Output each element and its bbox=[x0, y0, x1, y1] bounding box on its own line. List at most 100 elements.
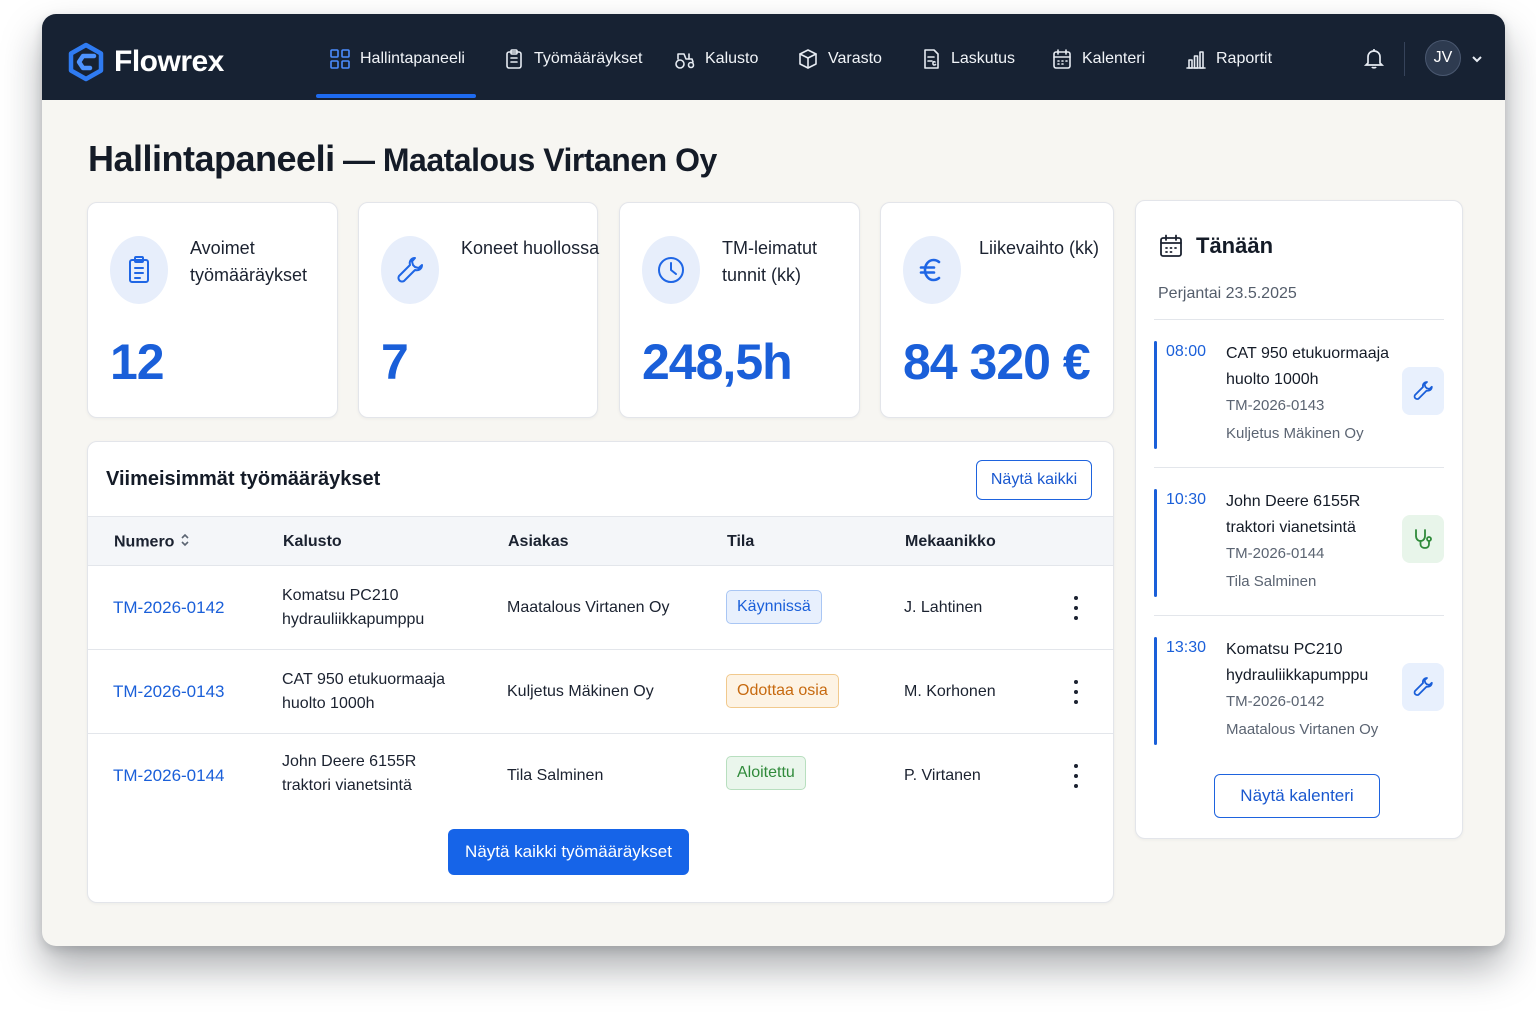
equipment-detail: traktori vianetsintä bbox=[282, 777, 412, 794]
kebab-dot bbox=[1074, 764, 1078, 768]
active-nav-indicator bbox=[316, 94, 476, 98]
table-row[interactable]: TM-2026-0143 CAT 950 etukuormaaja huolto… bbox=[88, 650, 1113, 734]
calendar-icon bbox=[1053, 49, 1071, 69]
event-time: 08:00 bbox=[1166, 343, 1207, 360]
clipboard-icon bbox=[506, 49, 522, 69]
divider bbox=[1154, 467, 1444, 468]
euro-icon bbox=[919, 258, 941, 282]
work-order-number-link[interactable]: TM-2026-0142 bbox=[113, 596, 225, 620]
today-date: Perjantai 23.5.2025 bbox=[1158, 285, 1297, 302]
event-icon-badge bbox=[1402, 663, 1444, 711]
nav-item-label: Laskutus bbox=[951, 50, 1016, 67]
chevron-down-icon bbox=[1472, 56, 1482, 63]
kpi-value: 84 320 € bbox=[903, 334, 1091, 390]
kpi-value: 248,5h bbox=[642, 334, 793, 390]
event-title: CAT 950 etukuormaaja huolto 1000h bbox=[1226, 345, 1390, 388]
event-work-order-code: TM-2026-0142 bbox=[1226, 693, 1325, 710]
nav-item-label: Kalusto bbox=[705, 50, 759, 67]
event-time: 13:30 bbox=[1166, 639, 1207, 656]
table-row[interactable]: TM-2026-0144 John Deere 6155R traktori v… bbox=[88, 734, 1113, 818]
kebab-dot bbox=[1074, 774, 1078, 778]
event-icon-badge bbox=[1402, 367, 1444, 415]
flowrex-logo-icon bbox=[68, 42, 104, 82]
user-avatar[interactable]: JV bbox=[1425, 40, 1461, 76]
column-header-numero[interactable]: Numero bbox=[114, 533, 190, 552]
schedule-event[interactable]: 08:00 CAT 950 etukuormaaja huolto 1000h … bbox=[1154, 341, 1446, 451]
today-panel: Tänään Perjantai 23.5.2025 08:00 CAT 950… bbox=[1135, 200, 1463, 839]
event-work-order-code: TM-2026-0143 bbox=[1226, 397, 1325, 414]
kebab-dot bbox=[1074, 596, 1078, 600]
app-name: Flowrex bbox=[114, 45, 224, 78]
row-actions-menu[interactable] bbox=[1066, 594, 1086, 622]
equipment-cell: John Deere 6155R traktori vianetsintä bbox=[282, 750, 416, 798]
mechanic-cell: J. Lahtinen bbox=[904, 599, 983, 616]
show-calendar-button[interactable]: Näytä kalenteri bbox=[1214, 774, 1380, 818]
equipment-name: Komatsu PC210 bbox=[282, 587, 399, 604]
kpi-card-open-orders[interactable]: Avoimet työmääräykset 12 bbox=[87, 202, 338, 418]
row-actions-menu[interactable] bbox=[1066, 678, 1086, 706]
kebab-dot bbox=[1074, 784, 1078, 788]
bar-chart-icon bbox=[1186, 51, 1206, 69]
top-navigation: Flowrex Hallintapaneeli Työmääräykset Ka… bbox=[42, 14, 1505, 100]
wrench-icon bbox=[1413, 381, 1433, 400]
kpi-label: Koneet huollossa bbox=[461, 238, 600, 258]
kpi-card-machines-in-service[interactable]: Koneet huollossa 7 bbox=[358, 202, 600, 418]
nav-item-kalusto[interactable]: Kalusto bbox=[674, 44, 758, 74]
work-order-number-link[interactable]: TM-2026-0143 bbox=[113, 680, 225, 704]
kpi-card-logged-hours[interactable]: TM-leimatut tunnit (kk) 248,5h bbox=[619, 202, 860, 418]
kebab-dot bbox=[1074, 700, 1078, 704]
event-timeline-bar bbox=[1154, 489, 1157, 597]
column-header-asiakas: Asiakas bbox=[508, 533, 569, 550]
box-icon bbox=[799, 49, 817, 69]
nav-item-kalenteri[interactable]: Kalenteri bbox=[1051, 44, 1145, 74]
table-row[interactable]: TM-2026-0142 Komatsu PC210 hydrauliikkap… bbox=[88, 566, 1113, 650]
row-actions-menu[interactable] bbox=[1066, 762, 1086, 790]
kpi-card-revenue[interactable]: Liikevaihto (kk) 84 320 € bbox=[880, 202, 1114, 418]
column-header-mekaanikko: Mekaanikko bbox=[905, 533, 996, 550]
event-work-order-code: TM-2026-0144 bbox=[1226, 545, 1325, 562]
equipment-detail: huolto 1000h bbox=[282, 695, 375, 712]
nav-item-hallintapaneeli[interactable]: Hallintapaneeli bbox=[329, 44, 465, 74]
kpi-value: 7 bbox=[381, 334, 409, 390]
kpi-label: Avoimet työmääräykset bbox=[190, 238, 308, 285]
show-all-work-orders-button[interactable]: Näytä kaikki työmääräykset bbox=[448, 829, 689, 875]
table-header: Numero Kalusto Asiakas Tila Mekaanikko bbox=[88, 516, 1113, 566]
equipment-cell: Komatsu PC210 hydrauliikkapumppu bbox=[282, 584, 424, 632]
event-title: John Deere 6155R traktori vianetsintä bbox=[1226, 493, 1361, 536]
notifications-button[interactable] bbox=[1362, 46, 1386, 70]
nav-item-raportit[interactable]: Raportit bbox=[1185, 44, 1272, 74]
logo[interactable]: Flowrex bbox=[66, 42, 224, 82]
status-badge: Odottaa osia bbox=[726, 674, 839, 708]
nav-item-laskutus[interactable]: Laskutus bbox=[920, 44, 1015, 74]
status-badge: Aloitettu bbox=[726, 756, 806, 790]
equipment-detail: hydrauliikkapumppu bbox=[282, 611, 425, 628]
today-header: Tänään bbox=[1158, 233, 1273, 259]
invoice-icon bbox=[924, 49, 939, 69]
clock-icon bbox=[658, 257, 684, 283]
customer-cell: Maatalous Virtanen Oy bbox=[507, 599, 670, 616]
schedule-event[interactable]: 10:30 John Deere 6155R traktori vianetsi… bbox=[1154, 489, 1446, 599]
divider bbox=[1154, 615, 1444, 616]
tractor-icon bbox=[675, 53, 695, 69]
nav-item-tyomaaraykset[interactable]: Työmääräykset bbox=[503, 44, 642, 74]
clipboard-icon bbox=[129, 256, 149, 283]
wrench-icon bbox=[397, 257, 423, 283]
show-all-button[interactable]: Näytä kaikki bbox=[976, 460, 1092, 500]
schedule-event[interactable]: 13:30 Komatsu PC210 hydrauliikkapumppu T… bbox=[1154, 637, 1446, 747]
nav-item-label: Työmääräykset bbox=[534, 50, 643, 67]
kpi-icon-wrapper bbox=[110, 236, 168, 304]
sort-icon[interactable] bbox=[180, 533, 190, 552]
today-title: Tänään bbox=[1196, 233, 1274, 258]
work-order-number-link[interactable]: TM-2026-0144 bbox=[113, 764, 225, 788]
nav-item-label: Raportit bbox=[1216, 50, 1273, 67]
nav-item-label: Hallintapaneeli bbox=[360, 50, 465, 67]
user-menu-toggle[interactable] bbox=[1470, 52, 1484, 64]
kpi-icon-wrapper bbox=[903, 236, 961, 304]
calendar-icon bbox=[1160, 234, 1182, 257]
kebab-dot bbox=[1074, 690, 1078, 694]
event-icon-badge bbox=[1402, 515, 1444, 563]
mechanic-cell: P. Virtanen bbox=[904, 767, 981, 784]
column-header-kalusto: Kalusto bbox=[283, 533, 342, 550]
page-title: Hallintapaneeli — Maatalous Virtanen Oy bbox=[88, 138, 717, 180]
nav-item-varasto[interactable]: Varasto bbox=[797, 44, 882, 74]
